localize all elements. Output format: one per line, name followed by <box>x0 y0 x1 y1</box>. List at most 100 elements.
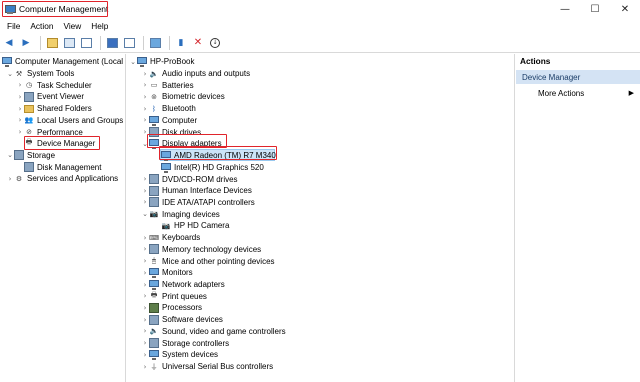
expand-arrow-icon[interactable]: › <box>141 363 149 371</box>
tree-item-local-users[interactable]: › 👥 Local Users and Groups <box>16 115 124 127</box>
device-category-row[interactable]: › Software devices <box>141 314 223 326</box>
clock-icon: ◷ <box>25 81 33 90</box>
help-icon[interactable] <box>105 36 119 50</box>
expand-arrow-icon[interactable]: › <box>16 128 24 136</box>
expand-arrow-icon[interactable]: › <box>141 175 149 183</box>
device-category-row[interactable]: › ⏚ Universal Serial Bus controllers <box>141 361 274 373</box>
network-adapter-icon <box>149 280 159 290</box>
menu-file[interactable]: File <box>2 21 25 31</box>
tree-item-storage[interactable]: ⌄ Storage <box>6 150 55 162</box>
forward-arrow-icon[interactable]: ▶ <box>19 36 33 50</box>
collapse-arrow-icon[interactable]: ⌄ <box>6 70 14 78</box>
device-category-row[interactable]: ⌄ 📷 Imaging devices <box>141 208 220 220</box>
minimize-button[interactable]: — <box>550 0 580 18</box>
expand-arrow-icon[interactable]: › <box>141 304 149 312</box>
actions-device-manager[interactable]: Device Manager <box>516 70 640 84</box>
tree-item-services-and-applications[interactable]: › ⚙ Services and Applications <box>6 173 119 185</box>
up-folder-icon[interactable] <box>45 36 59 50</box>
device-tree-root[interactable]: ⌄ HP-ProBook <box>129 56 194 68</box>
expand-arrow-icon[interactable]: › <box>141 70 149 78</box>
device-category-row[interactable]: › Computer <box>141 115 197 127</box>
expand-arrow-icon[interactable]: › <box>141 93 149 101</box>
keyboard-icon: ⌨ <box>148 233 160 242</box>
uninstall-icon[interactable]: ✕ <box>191 36 205 50</box>
device-category-row[interactable]: › ᛒ Bluetooth <box>141 103 196 115</box>
tree-item-system-tools[interactable]: ⌄ ⚒ System Tools <box>6 68 74 80</box>
menu-action[interactable]: Action <box>25 21 58 31</box>
event-viewer-icon <box>24 91 34 102</box>
expand-arrow-icon[interactable]: › <box>141 105 149 113</box>
tree-item-disk-management[interactable]: Disk Management <box>16 161 101 173</box>
expand-arrow-icon[interactable]: › <box>141 187 149 195</box>
expand-arrow-icon[interactable]: › <box>141 198 149 206</box>
device-category-row[interactable]: › Disk drives <box>141 126 201 138</box>
collapse-arrow-icon[interactable]: ⌄ <box>141 210 149 218</box>
properties-icon[interactable] <box>122 36 136 50</box>
device-category-row[interactable]: › 🖱 Mice and other pointing devices <box>141 255 275 267</box>
device-category-row[interactable]: › IDE ATA/ATAPI controllers <box>141 197 255 209</box>
expand-arrow-icon[interactable]: › <box>6 175 14 183</box>
expand-arrow-icon[interactable]: › <box>141 116 149 124</box>
expand-arrow-icon[interactable]: › <box>16 81 24 89</box>
device-category-row[interactable]: › Network adapters <box>141 279 225 291</box>
expand-arrow-icon[interactable]: › <box>141 327 149 335</box>
tree-item-event-viewer[interactable]: › Event Viewer <box>16 91 84 103</box>
menu-help[interactable]: Help <box>86 21 113 31</box>
device-category-row[interactable]: › 🔈 Audio inputs and outputs <box>141 68 250 80</box>
tree-item-shared-folders[interactable]: › Shared Folders <box>16 103 92 115</box>
device-category-row[interactable]: › Memory technology devices <box>141 244 261 256</box>
device-label: System devices <box>162 350 219 360</box>
device-label: Disk drives <box>162 127 202 137</box>
device-category-row[interactable]: AMD Radeon (TM) R7 M340 <box>153 150 276 162</box>
expand-arrow-icon[interactable]: › <box>141 257 149 265</box>
update-driver-icon[interactable]: ▮ <box>174 36 188 50</box>
device-label: IDE ATA/ATAPI controllers <box>162 197 255 207</box>
more-actions-link[interactable]: More Actions ▶ <box>538 86 638 100</box>
device-category-row[interactable]: › Human Interface Devices <box>141 185 252 197</box>
expand-arrow-icon[interactable]: › <box>141 234 149 242</box>
scan-hardware-icon[interactable]: ↓ <box>208 36 222 50</box>
device-category-row[interactable]: › 🔈 Sound, video and game controllers <box>141 326 286 338</box>
collapse-arrow-icon[interactable]: ⌄ <box>129 58 137 66</box>
expand-arrow-icon[interactable]: › <box>141 128 149 136</box>
close-button[interactable]: ✕ <box>610 0 640 18</box>
device-category-row[interactable]: › DVD/CD-ROM drives <box>141 173 238 185</box>
collapse-arrow-icon[interactable]: ⌄ <box>6 151 14 159</box>
camera-icon: 📷 <box>149 210 159 219</box>
expand-arrow-icon[interactable]: › <box>141 351 149 359</box>
tree-item-task-scheduler[interactable]: › ◷ Task Scheduler <box>16 79 92 91</box>
expand-arrow-icon[interactable]: › <box>141 316 149 324</box>
actions-pane: Actions Device Manager More Actions ▶ <box>516 54 640 382</box>
back-arrow-icon[interactable]: ◀ <box>2 36 16 50</box>
device-category-row[interactable]: › ▭ Batteries <box>141 79 194 91</box>
expand-arrow-icon[interactable]: › <box>141 81 149 89</box>
device-category-row[interactable]: › 🖶 Print queues <box>141 290 207 302</box>
tree-root[interactable]: Computer Management (Local <box>2 56 123 68</box>
monitor-icon[interactable] <box>148 36 162 50</box>
expand-arrow-icon[interactable]: › <box>16 116 24 124</box>
device-category-row[interactable]: › ⊚ Biometric devices <box>141 91 225 103</box>
expand-arrow-icon[interactable]: › <box>141 245 149 253</box>
menu-view[interactable]: View <box>58 21 86 31</box>
tree-item-device-manager[interactable]: 🖶 Device Manager <box>16 138 96 150</box>
export-list-icon[interactable] <box>79 36 93 50</box>
console-tree-icon[interactable] <box>62 36 76 50</box>
device-category-row[interactable]: ⌄ Display adapters <box>141 138 222 150</box>
device-category-row[interactable]: › Monitors <box>141 267 193 279</box>
expand-arrow-icon[interactable]: › <box>141 339 149 347</box>
expand-arrow-icon[interactable]: › <box>141 269 149 277</box>
device-category-row[interactable]: › Processors <box>141 302 202 314</box>
collapse-arrow-icon[interactable]: ⌄ <box>141 140 149 148</box>
device-category-row[interactable]: 📷 HP HD Camera <box>153 220 230 232</box>
device-label: Print queues <box>162 291 207 301</box>
maximize-button[interactable]: ☐ <box>580 0 610 18</box>
expand-arrow-icon[interactable]: › <box>16 105 24 113</box>
expand-arrow-icon[interactable]: › <box>141 281 149 289</box>
device-category-row[interactable]: Intel(R) HD Graphics 520 <box>153 161 264 173</box>
device-category-row[interactable]: › ⌨ Keyboards <box>141 232 201 244</box>
tree-item-performance[interactable]: › ⊘ Performance <box>16 126 83 138</box>
device-category-row[interactable]: › System devices <box>141 349 218 361</box>
device-category-row[interactable]: › Storage controllers <box>141 337 229 349</box>
expand-arrow-icon[interactable]: › <box>141 292 149 300</box>
expand-arrow-icon[interactable]: › <box>16 93 24 101</box>
